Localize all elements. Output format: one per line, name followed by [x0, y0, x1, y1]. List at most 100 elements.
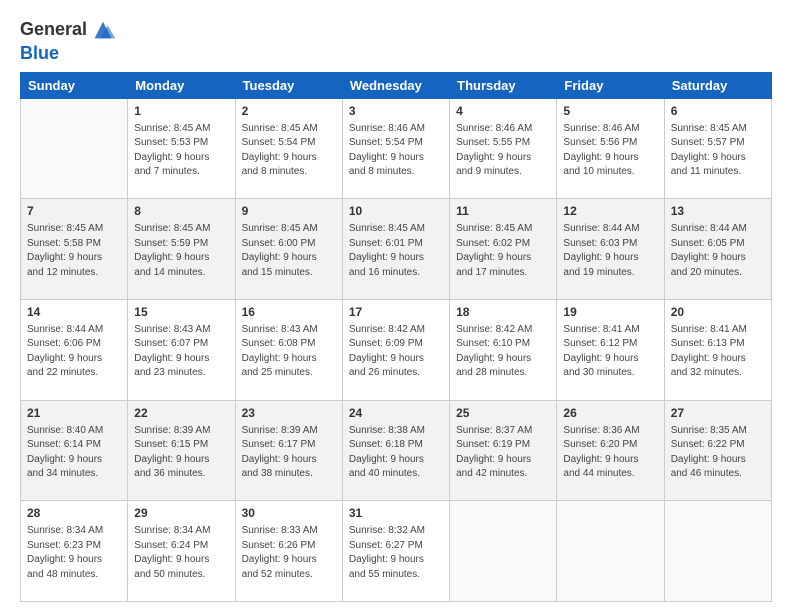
day-number: 21 — [27, 405, 121, 422]
day-cell-4-5 — [557, 501, 664, 602]
day-cell-0-1: 1 Sunrise: 8:45 AMSunset: 5:53 PMDaylight… — [128, 98, 235, 199]
day-info: Sunrise: 8:35 AMSunset: 6:22 PMDaylight:… — [671, 424, 765, 482]
day-info: Sunrise: 8:45 AMSunset: 5:54 PMDaylight:… — [242, 122, 336, 180]
week-row-4: 28 Sunrise: 8:34 AMSunset: 6:23 PMDayligh… — [21, 501, 772, 602]
day-cell-3-6: 27 Sunrise: 8:35 AMSunset: 6:22 PMDayligh… — [664, 400, 771, 501]
day-info: Sunrise: 8:37 AMSunset: 6:19 PMDaylight:… — [456, 424, 550, 482]
day-cell-2-5: 19Sunrise: 8:41 AMSunset: 6:12 PMDayligh… — [557, 300, 664, 401]
day-info: Sunrise: 8:45 AMSunset: 5:53 PMDaylight:… — [134, 122, 228, 180]
day-cell-1-2: 9Sunrise: 8:45 AMSunset: 6:00 PMDaylight… — [235, 199, 342, 300]
day-cell-1-6: 13 Sunrise: 8:44 AMSunset: 6:05 PMDayligh… — [664, 199, 771, 300]
day-cell-2-6: 20 Sunrise: 8:41 AMSunset: 6:13 PMDayligh… — [664, 300, 771, 401]
day-info: Sunrise: 8:45 AMSunset: 5:57 PMDaylight:… — [671, 122, 765, 180]
day-info: Sunrise: 8:40 AMSunset: 6:14 PMDaylight:… — [27, 424, 121, 482]
header-wednesday: Wednesday — [342, 72, 449, 98]
day-info: Sunrise: 8:39 AMSunset: 6:15 PMDaylight:… — [134, 424, 228, 482]
day-number: 19 — [563, 304, 657, 321]
day-info: Sunrise: 8:42 AMSunset: 6:10 PMDaylight:… — [456, 323, 550, 381]
day-cell-3-2: 23 Sunrise: 8:39 AMSunset: 6:17 PMDayligh… — [235, 400, 342, 501]
day-number: 6 — [671, 103, 765, 120]
header-monday: Monday — [128, 72, 235, 98]
day-cell-3-5: 26 Sunrise: 8:36 AMSunset: 6:20 PMDayligh… — [557, 400, 664, 501]
day-cell-0-5: 5 Sunrise: 8:46 AMSunset: 5:56 PMDaylight… — [557, 98, 664, 199]
day-cell-0-2: 2 Sunrise: 8:45 AMSunset: 5:54 PMDaylight… — [235, 98, 342, 199]
day-info: Sunrise: 8:34 AMSunset: 6:24 PMDaylight:… — [134, 524, 228, 582]
day-cell-1-3: 10 Sunrise: 8:45 AMSunset: 6:01 PMDayligh… — [342, 199, 449, 300]
day-number: 24 — [349, 405, 443, 422]
day-number: 3 — [349, 103, 443, 120]
day-info: Sunrise: 8:41 AMSunset: 6:13 PMDaylight:… — [671, 323, 765, 381]
logo-icon — [89, 16, 117, 44]
logo-general: General — [20, 20, 87, 40]
day-number: 13 — [671, 203, 765, 220]
day-cell-2-1: 15 Sunrise: 8:43 AMSunset: 6:07 PMDayligh… — [128, 300, 235, 401]
header-friday: Friday — [557, 72, 664, 98]
day-info: Sunrise: 8:34 AMSunset: 6:23 PMDaylight:… — [27, 524, 121, 582]
week-row-1: 7Sunrise: 8:45 AMSunset: 5:58 PMDaylight… — [21, 199, 772, 300]
calendar-table: Sunday Monday Tuesday Wednesday Thursday… — [20, 72, 772, 602]
day-cell-4-3: 31 Sunrise: 8:32 AMSunset: 6:27 PMDayligh… — [342, 501, 449, 602]
header: General Blue — [20, 16, 772, 64]
day-info: Sunrise: 8:43 AMSunset: 6:08 PMDaylight:… — [242, 323, 336, 381]
day-number: 14 — [27, 304, 121, 321]
day-number: 22 — [134, 405, 228, 422]
day-info: Sunrise: 8:44 AMSunset: 6:06 PMDaylight:… — [27, 323, 121, 381]
day-number: 31 — [349, 505, 443, 522]
day-info: Sunrise: 8:46 AMSunset: 5:55 PMDaylight:… — [456, 122, 550, 180]
day-number: 1 — [134, 103, 228, 120]
day-info: Sunrise: 8:33 AMSunset: 6:26 PMDaylight:… — [242, 524, 336, 582]
day-number: 18 — [456, 304, 550, 321]
day-cell-0-0 — [21, 98, 128, 199]
header-thursday: Thursday — [450, 72, 557, 98]
day-info: Sunrise: 8:42 AMSunset: 6:09 PMDaylight:… — [349, 323, 443, 381]
day-cell-1-0: 7Sunrise: 8:45 AMSunset: 5:58 PMDaylight… — [21, 199, 128, 300]
logo-blue: Blue — [20, 44, 59, 64]
day-number: 30 — [242, 505, 336, 522]
day-info: Sunrise: 8:45 AMSunset: 6:01 PMDaylight:… — [349, 222, 443, 280]
day-number: 28 — [27, 505, 121, 522]
day-cell-4-4 — [450, 501, 557, 602]
header-saturday: Saturday — [664, 72, 771, 98]
day-cell-4-6 — [664, 501, 771, 602]
day-number: 5 — [563, 103, 657, 120]
header-tuesday: Tuesday — [235, 72, 342, 98]
day-cell-1-1: 8Sunrise: 8:45 AMSunset: 5:59 PMDaylight… — [128, 199, 235, 300]
header-sunday: Sunday — [21, 72, 128, 98]
day-info: Sunrise: 8:36 AMSunset: 6:20 PMDaylight:… — [563, 424, 657, 482]
day-cell-2-0: 14 Sunrise: 8:44 AMSunset: 6:06 PMDayligh… — [21, 300, 128, 401]
weekday-header-row: Sunday Monday Tuesday Wednesday Thursday… — [21, 72, 772, 98]
week-row-0: 1 Sunrise: 8:45 AMSunset: 5:53 PMDaylight… — [21, 98, 772, 199]
day-number: 27 — [671, 405, 765, 422]
day-info: Sunrise: 8:39 AMSunset: 6:17 PMDaylight:… — [242, 424, 336, 482]
day-number: 20 — [671, 304, 765, 321]
day-number: 2 — [242, 103, 336, 120]
day-number: 10 — [349, 203, 443, 220]
day-number: 15 — [134, 304, 228, 321]
day-info: Sunrise: 8:38 AMSunset: 6:18 PMDaylight:… — [349, 424, 443, 482]
day-cell-1-5: 12Sunrise: 8:44 AMSunset: 6:03 PMDayligh… — [557, 199, 664, 300]
day-info: Sunrise: 8:43 AMSunset: 6:07 PMDaylight:… — [134, 323, 228, 381]
day-number: 17 — [349, 304, 443, 321]
day-info: Sunrise: 8:45 AMSunset: 5:58 PMDaylight:… — [27, 222, 121, 280]
day-cell-0-3: 3Sunrise: 8:46 AMSunset: 5:54 PMDaylight… — [342, 98, 449, 199]
day-number: 23 — [242, 405, 336, 422]
day-info: Sunrise: 8:45 AMSunset: 6:02 PMDaylight:… — [456, 222, 550, 280]
day-number: 16 — [242, 304, 336, 321]
day-cell-0-4: 4Sunrise: 8:46 AMSunset: 5:55 PMDaylight… — [450, 98, 557, 199]
day-info: Sunrise: 8:46 AMSunset: 5:56 PMDaylight:… — [563, 122, 657, 180]
day-cell-3-1: 22 Sunrise: 8:39 AMSunset: 6:15 PMDayligh… — [128, 400, 235, 501]
day-number: 26 — [563, 405, 657, 422]
day-info: Sunrise: 8:32 AMSunset: 6:27 PMDaylight:… — [349, 524, 443, 582]
day-number: 25 — [456, 405, 550, 422]
day-cell-3-4: 25 Sunrise: 8:37 AMSunset: 6:19 PMDayligh… — [450, 400, 557, 501]
day-cell-4-1: 29 Sunrise: 8:34 AMSunset: 6:24 PMDayligh… — [128, 501, 235, 602]
day-number: 9 — [242, 203, 336, 220]
day-number: 11 — [456, 203, 550, 220]
day-cell-3-3: 24 Sunrise: 8:38 AMSunset: 6:18 PMDayligh… — [342, 400, 449, 501]
day-number: 29 — [134, 505, 228, 522]
day-info: Sunrise: 8:44 AMSunset: 6:05 PMDaylight:… — [671, 222, 765, 280]
page: General Blue Sunday Monday Tuesday Wedne… — [0, 0, 792, 612]
day-cell-3-0: 21 Sunrise: 8:40 AMSunset: 6:14 PMDayligh… — [21, 400, 128, 501]
day-number: 12 — [563, 203, 657, 220]
week-row-3: 21 Sunrise: 8:40 AMSunset: 6:14 PMDayligh… — [21, 400, 772, 501]
